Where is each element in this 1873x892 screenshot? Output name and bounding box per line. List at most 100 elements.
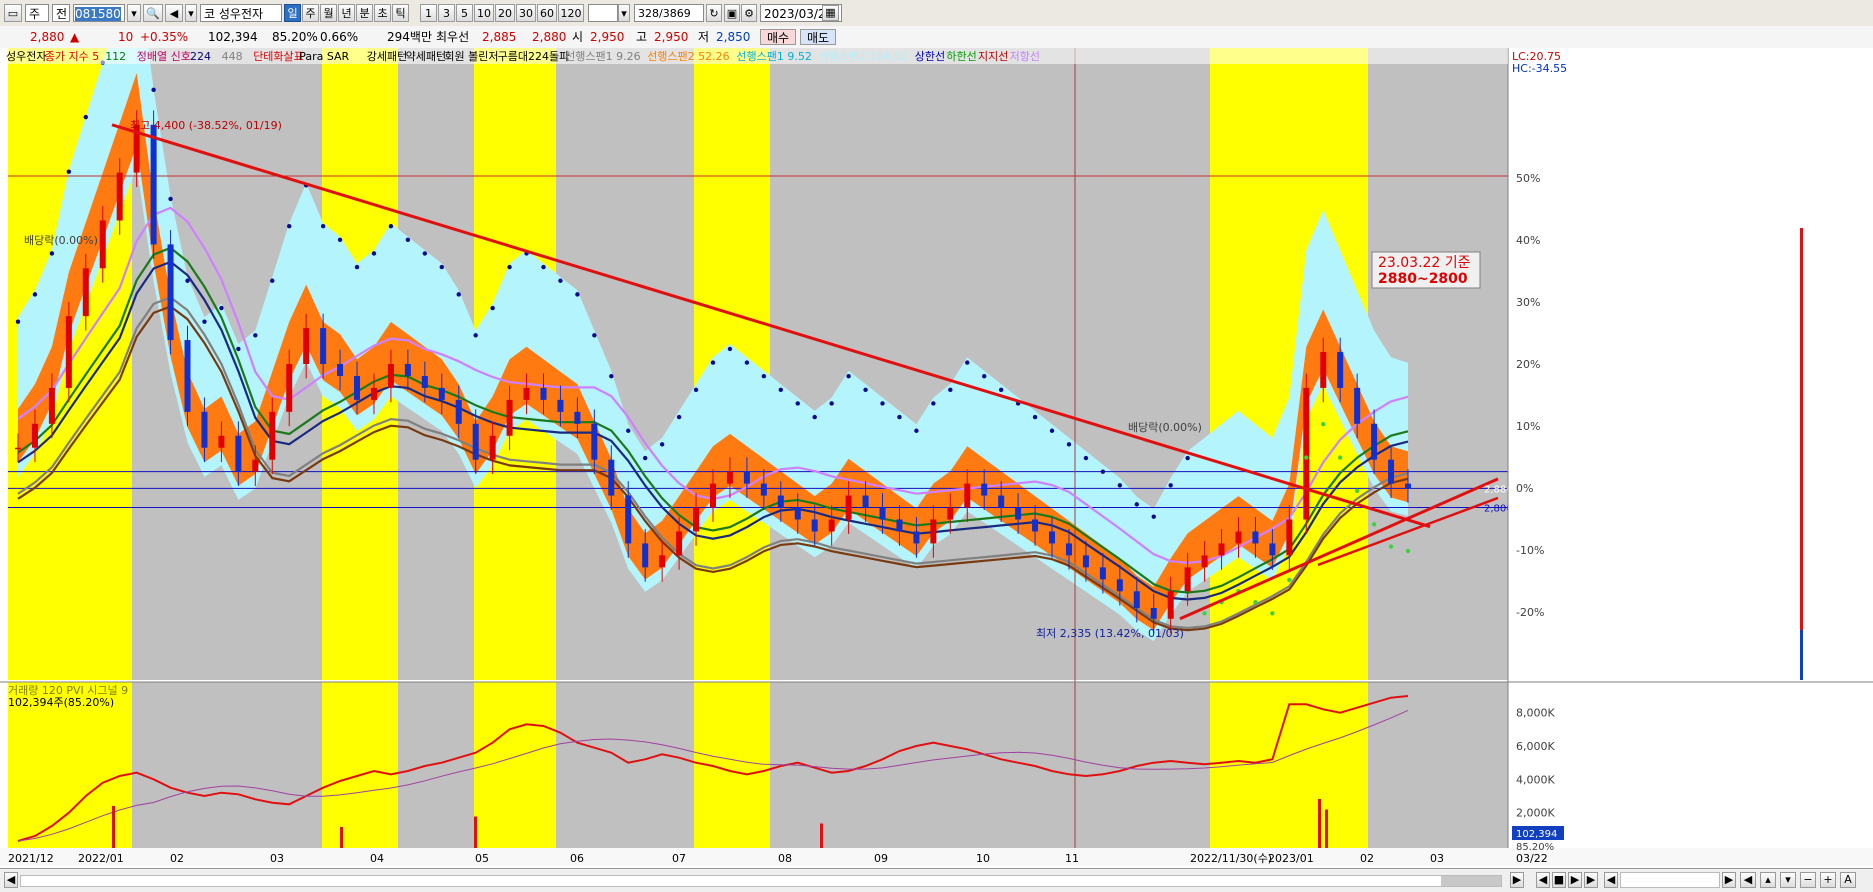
volume-spike-5: [1325, 809, 1328, 848]
volume-spike-1: [340, 827, 343, 848]
candle-body-14: [252, 459, 259, 472]
chart-scrollbar[interactable]: ◀ ▶ ◀ ■ ▶ ▶ ◀ ▶ ◀ ▴ ▾ − + A: [0, 868, 1873, 892]
candle-body-60: [1032, 519, 1039, 532]
candle-body-58: [998, 495, 1005, 508]
play-fast-icon[interactable]: ▶: [1584, 872, 1598, 888]
candle-body-9: [167, 244, 174, 341]
minute-button-20[interactable]: 20: [495, 4, 515, 22]
sar-dot-46: [795, 401, 800, 406]
search-icon[interactable]: 🔍: [143, 4, 163, 22]
play-icon[interactable]: ▶: [1568, 872, 1582, 888]
right-info-hc: HC:-34.55: [1512, 62, 1567, 75]
sar-dot-28: [490, 305, 495, 311]
legend-item-16: 상한선: [915, 50, 945, 63]
minute-button-60[interactable]: 60: [537, 4, 557, 22]
sar-dot-24: [422, 251, 428, 256]
sar-dot-69: [1185, 455, 1190, 461]
zoom-out-icon[interactable]: ◀: [1604, 872, 1618, 888]
speaker-icon[interactable]: ◀: [165, 4, 183, 22]
stop-icon[interactable]: ■: [1552, 872, 1566, 888]
period-button-year[interactable]: 년: [338, 4, 355, 22]
candle-body-49: [845, 495, 852, 520]
minute-button-1[interactable]: 1: [420, 4, 437, 22]
arrow-down-icon[interactable]: ▾: [1780, 872, 1796, 888]
minus-icon[interactable]: −: [1800, 872, 1816, 888]
period-button-week[interactable]: 주: [302, 4, 319, 22]
period-button-month[interactable]: 월: [320, 4, 337, 22]
plus-icon[interactable]: +: [1820, 872, 1836, 888]
scroll-left-icon[interactable]: ◀: [4, 872, 18, 888]
zoom-slider[interactable]: [1620, 872, 1720, 888]
stock-name: 성우전자: [218, 7, 264, 21]
sar-dot-52: [897, 414, 902, 420]
quote-price: 2,880: [30, 30, 65, 44]
sar-dot-9: [168, 196, 173, 202]
note-line-1: 23.03.22 기준: [1378, 255, 1471, 271]
sar-dot-61: [1049, 428, 1055, 433]
legend-item-17: 하한선: [946, 49, 976, 63]
candle-body-10: [184, 340, 191, 412]
gear-icon[interactable]: ⚙: [741, 4, 757, 22]
sar-dot-54: [931, 401, 936, 406]
zoom-in-icon[interactable]: ▶: [1722, 872, 1736, 888]
prev-select[interactable]: 전: [52, 4, 70, 22]
custom-minute-dropdown-icon[interactable]: ▾: [618, 4, 630, 22]
arrow-up-icon[interactable]: ▴: [1760, 872, 1776, 888]
sar-dot-35: [609, 374, 614, 379]
code-input[interactable]: 081580: [73, 4, 125, 22]
minute-button-10[interactable]: 10: [474, 4, 494, 22]
minute-button-120[interactable]: 120: [558, 4, 584, 22]
x-tick-10: 10: [976, 852, 990, 865]
sar-dot-55: [948, 387, 953, 393]
quote-volume: 102,394: [208, 30, 258, 44]
window-icon[interactable]: ▭: [4, 4, 22, 22]
font-size-icon[interactable]: A: [1840, 872, 1856, 888]
price-chart[interactable]: 최고 4,400 (-38.52%, 01/19) 최저 2,335 (13.42…: [0, 48, 1873, 868]
period-button-second[interactable]: 초: [374, 4, 391, 22]
save-icon[interactable]: ▣: [724, 4, 740, 22]
minute-button-30[interactable]: 30: [516, 4, 536, 22]
custom-minute-input[interactable]: [588, 4, 618, 22]
candle-body-42: [726, 471, 733, 484]
period-button-tick[interactable]: 틱: [392, 4, 409, 22]
sar-dot-0: [15, 319, 21, 324]
scroll-track[interactable]: [20, 875, 1502, 887]
sar-dot-50: [863, 387, 868, 393]
minute-button-5[interactable]: 5: [456, 4, 473, 22]
sar-dot-16: [287, 224, 292, 229]
candle-body-29: [506, 399, 513, 436]
scroll-right-icon[interactable]: ▶: [1510, 872, 1524, 888]
sar-dot-13: [236, 346, 241, 352]
period-button-second-label: 초: [377, 7, 388, 20]
candle-body-82: [1405, 483, 1411, 489]
candle-body-16: [286, 364, 293, 412]
arrow-left-icon[interactable]: ◀: [1740, 872, 1756, 888]
buy-button[interactable]: 매수: [760, 29, 796, 45]
period-select-value: 주: [29, 7, 41, 21]
sell-button[interactable]: 매도: [800, 29, 836, 45]
stock-name-field[interactable]: 코 성우전자: [200, 4, 282, 22]
code-dropdown-icon[interactable]: ▾: [127, 4, 141, 22]
period-button-minute[interactable]: 분: [356, 4, 373, 22]
speaker-dropdown-icon[interactable]: ▾: [185, 4, 197, 22]
period-select[interactable]: 주: [25, 4, 49, 22]
period-button-day[interactable]: 일: [284, 4, 301, 22]
play-back-icon[interactable]: ◀: [1536, 872, 1550, 888]
sar-dot-70: [1202, 611, 1207, 616]
count-value: 328: [638, 7, 659, 20]
minute-label-5: 5: [461, 7, 468, 20]
scroll-thumb[interactable]: [1441, 876, 1501, 886]
sar-dot-25: [439, 264, 444, 270]
candle-body-24: [421, 375, 428, 388]
sar-dot-42: [727, 346, 733, 352]
refresh-icon[interactable]: ↻: [706, 4, 722, 22]
legend-item-6: 단테화살표: [253, 50, 304, 63]
candle-body-18: [320, 328, 327, 364]
sar-dot-53: [914, 428, 919, 433]
count-field[interactable]: 328/3869: [634, 4, 704, 22]
sar-dot-39: [676, 414, 682, 420]
sar-dot-78: [1337, 455, 1343, 460]
quote-high: 2,950: [654, 30, 689, 44]
minute-button-3[interactable]: 3: [438, 4, 455, 22]
calendar-icon[interactable]: ▦: [822, 5, 839, 21]
